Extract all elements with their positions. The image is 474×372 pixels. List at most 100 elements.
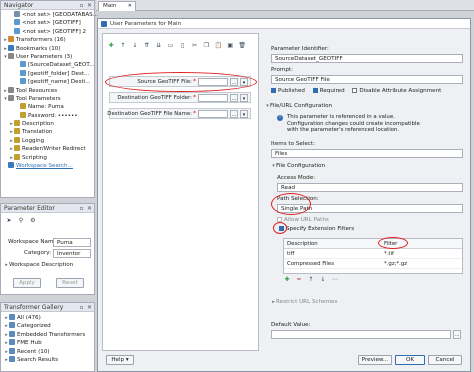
navigator-item[interactable]: Password: •••••• bbox=[1, 111, 94, 120]
navigator-item[interactable]: [geotiff_name] Desti... bbox=[1, 78, 94, 86]
group-icon[interactable]: ▭ bbox=[167, 42, 175, 50]
file-url-config-section[interactable]: ▾File/URL Configuration bbox=[265, 103, 332, 109]
restore-icon[interactable]: ▫ bbox=[78, 2, 85, 9]
navigator-item[interactable]: <not set> [GEOTIFF] bbox=[1, 19, 94, 27]
parameter-row[interactable]: Destination GeoTIFF File Name: *... ▾ bbox=[107, 108, 251, 119]
navigator-item[interactable]: ▸ Description bbox=[1, 120, 94, 128]
required-checkbox[interactable]: Required bbox=[312, 88, 345, 94]
gallery-item[interactable]: ▸ Search Results bbox=[1, 355, 94, 364]
close-tab-icon[interactable]: ✕ bbox=[128, 2, 132, 11]
navigator-item[interactable]: ▾ Tool Parameters bbox=[1, 94, 94, 103]
navigator-item[interactable]: Workspace Search... bbox=[1, 162, 94, 170]
navigator-item[interactable]: ▸ Scripting bbox=[1, 153, 94, 162]
restrict-url-schemes[interactable]: ▸Restrict URL Schemes bbox=[271, 299, 337, 305]
specify-extension-filters[interactable]: Specify Extension Filters bbox=[279, 226, 354, 232]
gallery-item-label: Embedded Transformers bbox=[17, 331, 86, 338]
items-to-select-select[interactable]: Files bbox=[271, 149, 463, 158]
copy-icon[interactable]: ❐ bbox=[202, 42, 210, 50]
gallery-item[interactable]: ▸ Categorized bbox=[1, 322, 94, 330]
apply-button[interactable]: Apply bbox=[13, 278, 41, 288]
restore-icon[interactable]: ▫ bbox=[78, 205, 85, 212]
forward-icon[interactable]: ➤ bbox=[5, 217, 13, 225]
parameter-label: Destination GeoTIFF Folder: bbox=[117, 95, 192, 101]
published-checkbox[interactable]: Published bbox=[271, 88, 305, 94]
info-icon: i bbox=[277, 115, 283, 121]
add-icon[interactable]: ✚ bbox=[107, 42, 115, 50]
gallery-item[interactable]: ▸ FME Hub bbox=[1, 339, 94, 347]
row-up-icon[interactable]: ↑ bbox=[307, 276, 315, 284]
navigator-item[interactable]: [geotiff_folder] Dest... bbox=[1, 69, 94, 78]
navigator-item[interactable]: ▸ Bookmarks (10) bbox=[1, 44, 94, 53]
identifier-input[interactable]: SourceDataset_GEOTIFF bbox=[271, 54, 463, 63]
table-cell[interactable]: Compressed Files bbox=[287, 261, 334, 267]
navigator-item[interactable]: ▸ Transformers (16) bbox=[1, 36, 94, 44]
browse-button[interactable]: ... bbox=[230, 110, 238, 118]
cancel-button[interactable]: Cancel bbox=[428, 355, 462, 365]
chevron-down-icon[interactable]: ▾ bbox=[240, 110, 248, 118]
access-mode-select[interactable]: Read bbox=[277, 183, 463, 192]
table-cell[interactable]: *.gz;*.gz bbox=[384, 261, 407, 267]
parameter-row[interactable]: Destination GeoTIFF Folder: *... ▾ bbox=[109, 92, 251, 103]
help-button[interactable]: Help ▾ bbox=[106, 355, 134, 365]
close-icon[interactable]: ✕ bbox=[86, 2, 93, 9]
navigator-item-label: Description bbox=[22, 121, 54, 128]
item-icon bbox=[8, 162, 14, 169]
table-cell[interactable]: tiff bbox=[287, 251, 294, 257]
gallery-item[interactable]: ▸ All (476) bbox=[1, 314, 94, 322]
close-icon[interactable]: ✕ bbox=[86, 304, 93, 311]
paste-icon[interactable]: 📋 bbox=[214, 42, 222, 50]
table-row[interactable]: tiff *.tif bbox=[284, 249, 462, 259]
default-value-input[interactable] bbox=[271, 330, 451, 339]
gallery-item[interactable]: ▸ Embedded Transformers bbox=[1, 330, 94, 339]
duplicate-icon[interactable]: ▣ bbox=[226, 42, 234, 50]
cut-icon[interactable]: ✂ bbox=[190, 42, 198, 50]
navigator-item[interactable]: ▸ Tool Resources bbox=[1, 86, 94, 95]
ok-button[interactable]: OK bbox=[395, 355, 425, 365]
gallery-item[interactable]: ▸ Recent (10) bbox=[1, 347, 94, 356]
move-top-icon[interactable]: ⇈ bbox=[143, 42, 151, 50]
navigator-item[interactable]: ▸ Reader/Writer Redirect bbox=[1, 145, 94, 153]
parameter-label: Destination GeoTIFF File Name: bbox=[107, 111, 192, 117]
chevron-down-icon[interactable]: ▾ bbox=[240, 94, 248, 102]
move-down-icon[interactable]: ↓ bbox=[131, 42, 139, 50]
parameter-value-input[interactable] bbox=[198, 94, 228, 102]
navigator-item[interactable]: ▸ Translation bbox=[1, 128, 94, 136]
navigator-item[interactable]: Name: Puma bbox=[1, 103, 94, 111]
parameter-value-input[interactable] bbox=[198, 110, 228, 118]
settings-icon[interactable]: ⚙ bbox=[29, 217, 37, 225]
disable-attribute-checkbox[interactable]: Disable Attribute Assignment bbox=[352, 88, 441, 94]
workspace-name-input[interactable]: Puma bbox=[53, 238, 91, 247]
tab-main[interactable]: Main ✕ bbox=[98, 1, 136, 11]
default-value-browse[interactable]: … bbox=[453, 330, 461, 339]
move-bottom-icon[interactable]: ⇊ bbox=[155, 42, 163, 50]
transformer-gallery-header: Transformer Gallery ▫ ✕ bbox=[1, 303, 94, 312]
prompt-input[interactable]: Source GeoTIFF File bbox=[271, 75, 463, 84]
add-row-icon[interactable]: ✚ bbox=[283, 276, 291, 284]
column-header[interactable]: Description bbox=[287, 241, 318, 247]
restore-icon[interactable]: ▫ bbox=[78, 304, 85, 311]
close-icon[interactable]: ✕ bbox=[86, 205, 93, 212]
navigator-item[interactable]: <not set> [GEOTIFF] 2 bbox=[1, 27, 94, 36]
navigator-item-label: Bookmarks (10) bbox=[16, 45, 61, 52]
zoom-icon[interactable]: ⚲ bbox=[17, 217, 25, 225]
table-cell[interactable]: *.tif bbox=[384, 251, 394, 257]
category-select[interactable]: Inventor bbox=[53, 249, 91, 258]
file-config-section[interactable]: ▾File Configuration bbox=[271, 163, 325, 169]
allow-url-checkbox[interactable]: Allow URL Paths bbox=[277, 217, 329, 223]
browse-button[interactable]: ... bbox=[230, 94, 238, 102]
ungroup-icon[interactable]: ▯ bbox=[179, 42, 187, 50]
preview-button[interactable]: Preview... bbox=[358, 355, 392, 365]
folder-icon bbox=[9, 330, 15, 337]
remove-row-icon[interactable]: ━ bbox=[295, 276, 303, 284]
row-down-icon[interactable]: ↓ bbox=[319, 276, 327, 284]
reset-button[interactable]: Reset bbox=[56, 278, 84, 288]
navigator-item[interactable]: [SourceDataset_GEOT... bbox=[1, 61, 94, 69]
navigator-item[interactable]: ▸ Logging bbox=[1, 136, 94, 145]
table-row[interactable]: Compressed Files *.gz;*.gz bbox=[284, 259, 462, 269]
navigator-item[interactable]: ▾ User Parameters (3) bbox=[1, 52, 94, 61]
transformer-gallery-panel: Transformer Gallery ▫ ✕ ▸ All (476) ▸ Categ… bbox=[0, 302, 95, 372]
navigator-item[interactable]: <not set> [GEODATABAS... bbox=[1, 11, 98, 19]
move-up-icon[interactable]: ↑ bbox=[119, 42, 127, 50]
more-icon[interactable]: ⋯ bbox=[331, 276, 339, 284]
delete-icon[interactable]: 🗑 bbox=[238, 42, 246, 50]
